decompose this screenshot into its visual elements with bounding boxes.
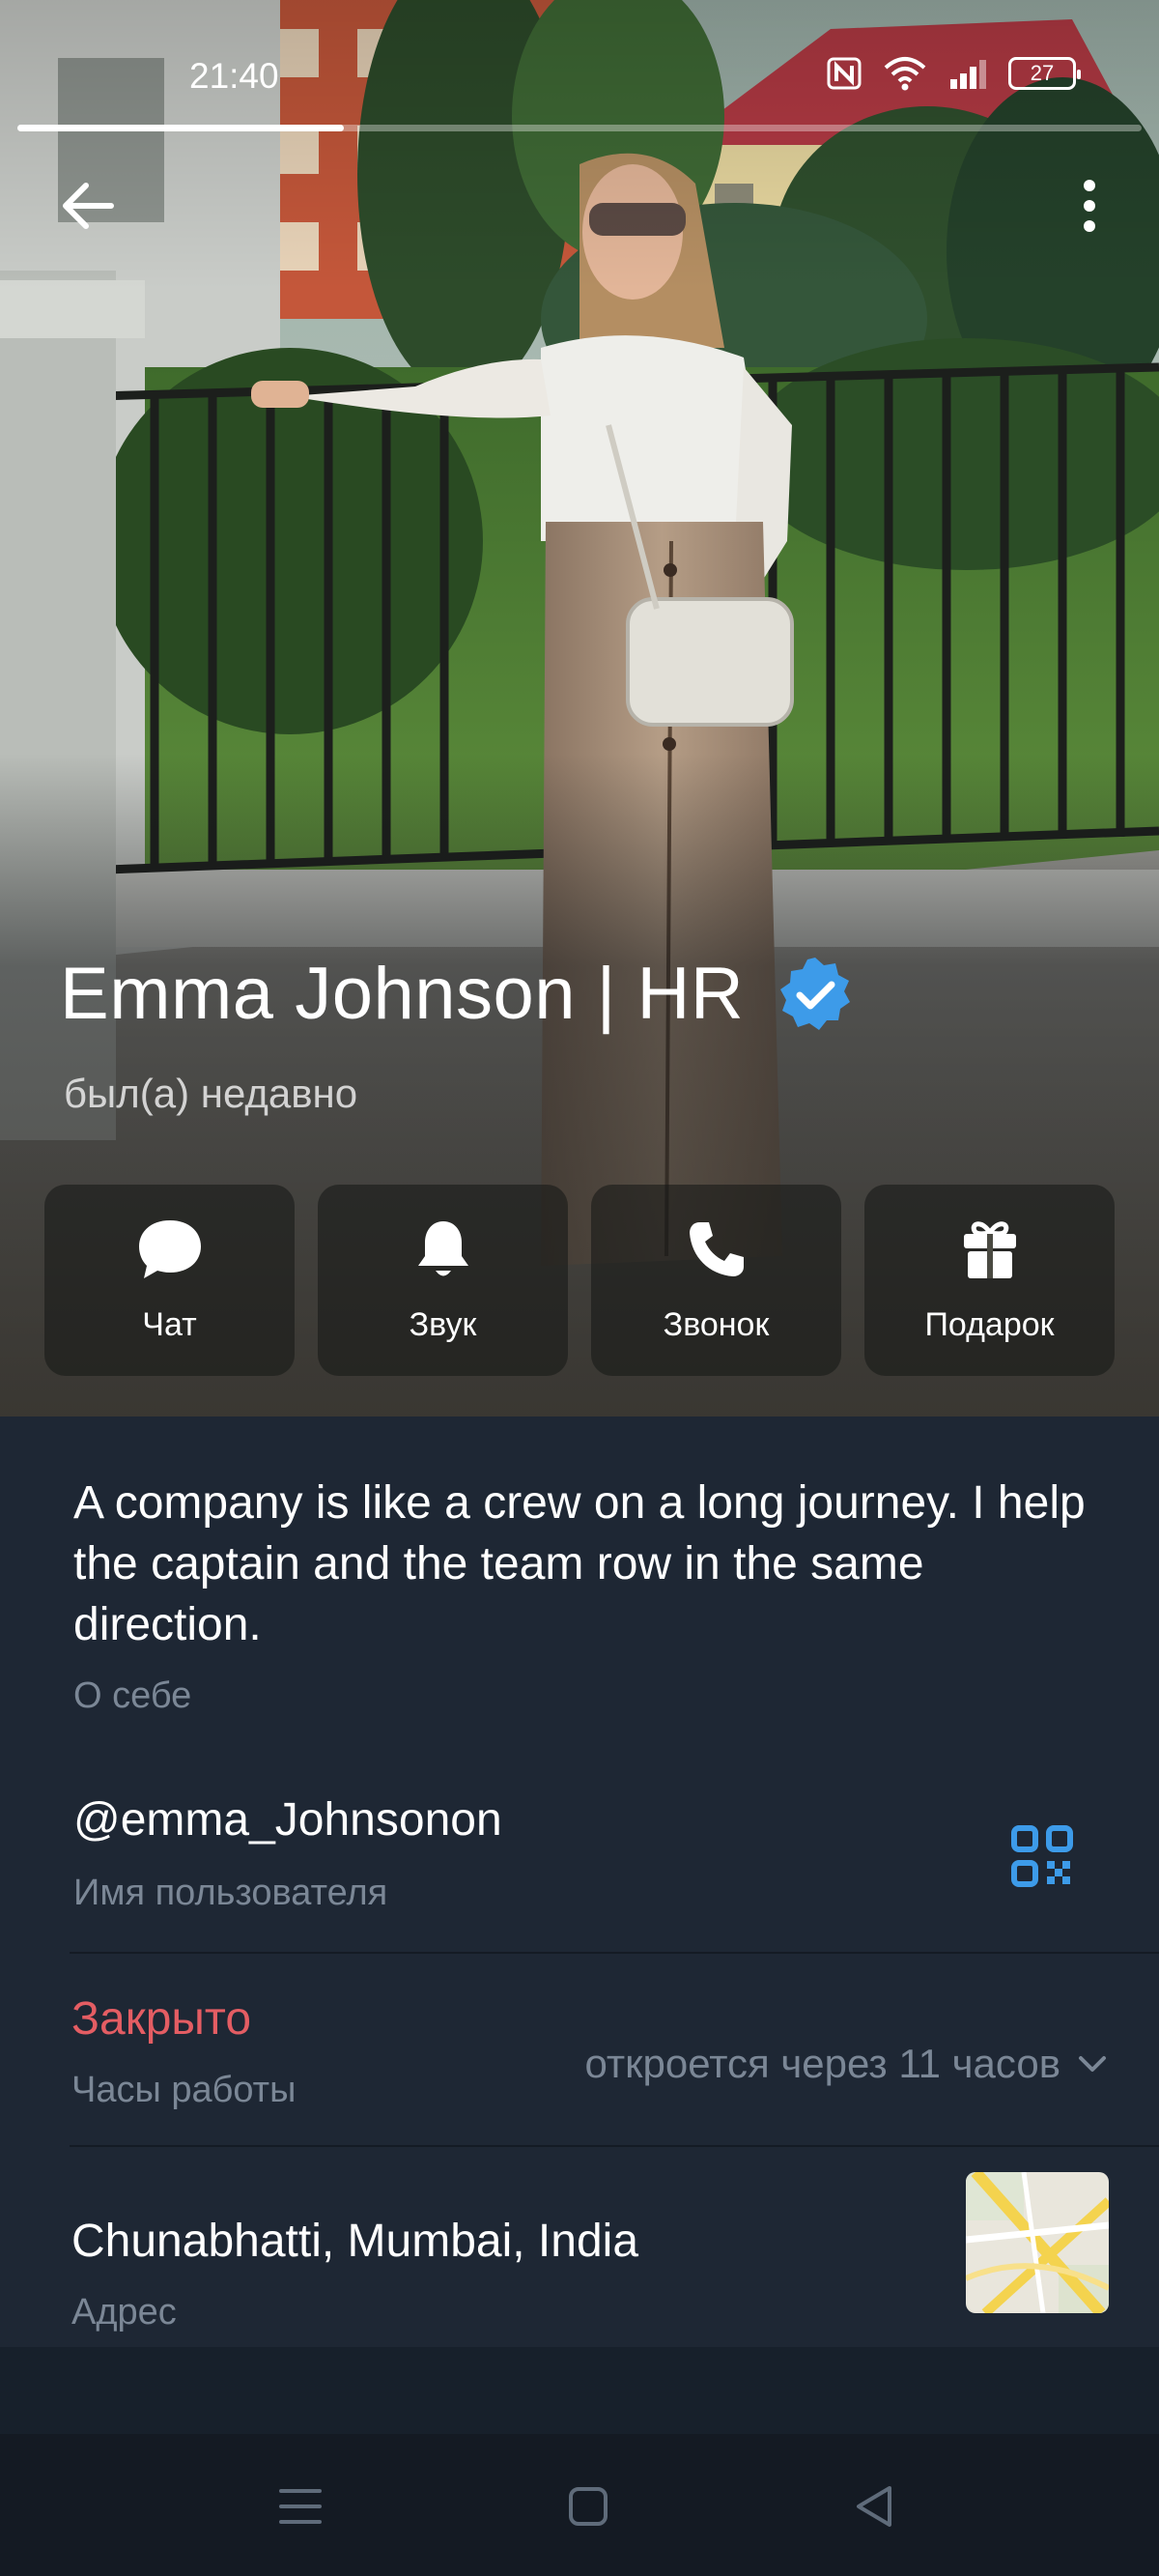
last-seen-status: был(а) недавно	[64, 1071, 358, 1116]
bell-icon	[415, 1214, 471, 1285]
status-time: 21:40	[189, 56, 279, 96]
story-progress-bar	[17, 125, 1142, 131]
call-button-label: Звонок	[663, 1306, 770, 1343]
divider	[70, 2145, 1159, 2147]
signal-icon	[948, 58, 987, 89]
chevron-down-icon	[1079, 2056, 1106, 2072]
divider	[70, 1952, 1159, 1954]
chat-button[interactable]: Чат	[44, 1185, 295, 1376]
username-value[interactable]: @emma_Johnsonon	[73, 1793, 502, 1846]
status-icons: 27	[827, 56, 1081, 91]
address-caption: Адрес	[71, 2292, 177, 2333]
home-icon	[569, 2487, 608, 2526]
wifi-icon	[883, 56, 927, 91]
status-bar: 21:40 27	[0, 0, 1159, 126]
profile-photo-header: 21:40 27 Emma Johnson | HR был(а) недавн…	[0, 0, 1159, 1417]
more-vertical-icon	[1084, 180, 1095, 232]
gift-icon	[961, 1214, 1019, 1285]
home-button[interactable]	[554, 2473, 622, 2540]
business-hours-caption: Часы работы	[71, 2070, 297, 2110]
qr-code-icon	[1011, 1825, 1073, 1887]
back-triangle-icon	[857, 2486, 891, 2527]
battery-icon: 27	[1008, 57, 1081, 90]
bio-caption: О себе	[73, 1675, 192, 1716]
panel-bottom-gap	[0, 2347, 1159, 2434]
business-hours-status[interactable]: Закрыто	[71, 1992, 251, 2046]
gift-button-label: Подарок	[924, 1306, 1055, 1343]
nfc-icon	[827, 57, 862, 90]
profile-name-row: Emma Johnson | HR	[60, 952, 854, 1036]
menu-icon	[279, 2489, 322, 2524]
username-caption: Имя пользователя	[73, 1873, 388, 1913]
address-value[interactable]: Chunabhatti, Mumbai, India	[71, 2215, 638, 2268]
verified-badge-icon[interactable]	[777, 956, 854, 1033]
phone-icon	[686, 1214, 748, 1285]
profile-name: Emma Johnson | HR	[60, 953, 745, 1035]
back-button[interactable]	[54, 172, 122, 240]
sound-button-label: Звук	[409, 1306, 477, 1343]
sound-button[interactable]: Звук	[318, 1185, 568, 1376]
opens-in-dropdown[interactable]: откроется через 11 часов	[584, 2041, 1107, 2087]
chat-bubble-icon	[136, 1214, 204, 1285]
more-options-button[interactable]	[1060, 172, 1118, 240]
profile-info-panel: A company is like a crew on a long journ…	[0, 1417, 1159, 2347]
call-button[interactable]: Звонок	[591, 1185, 841, 1376]
system-navigation-bar	[0, 2434, 1159, 2576]
recent-apps-button[interactable]	[267, 2473, 334, 2540]
opens-in-text: откроется через 11 часов	[584, 2041, 1060, 2086]
qr-code-button[interactable]	[1010, 1824, 1074, 1888]
arrow-left-icon	[63, 183, 114, 229]
profile-actions: Чат Звук Звонок Подарок	[44, 1185, 1115, 1378]
back-nav-button[interactable]	[840, 2473, 908, 2540]
map-thumbnail[interactable]	[966, 2172, 1109, 2313]
chat-button-label: Чат	[142, 1306, 197, 1343]
gift-button[interactable]: Подарок	[864, 1185, 1115, 1376]
bio-text[interactable]: A company is like a crew on a long journ…	[73, 1473, 1097, 1655]
